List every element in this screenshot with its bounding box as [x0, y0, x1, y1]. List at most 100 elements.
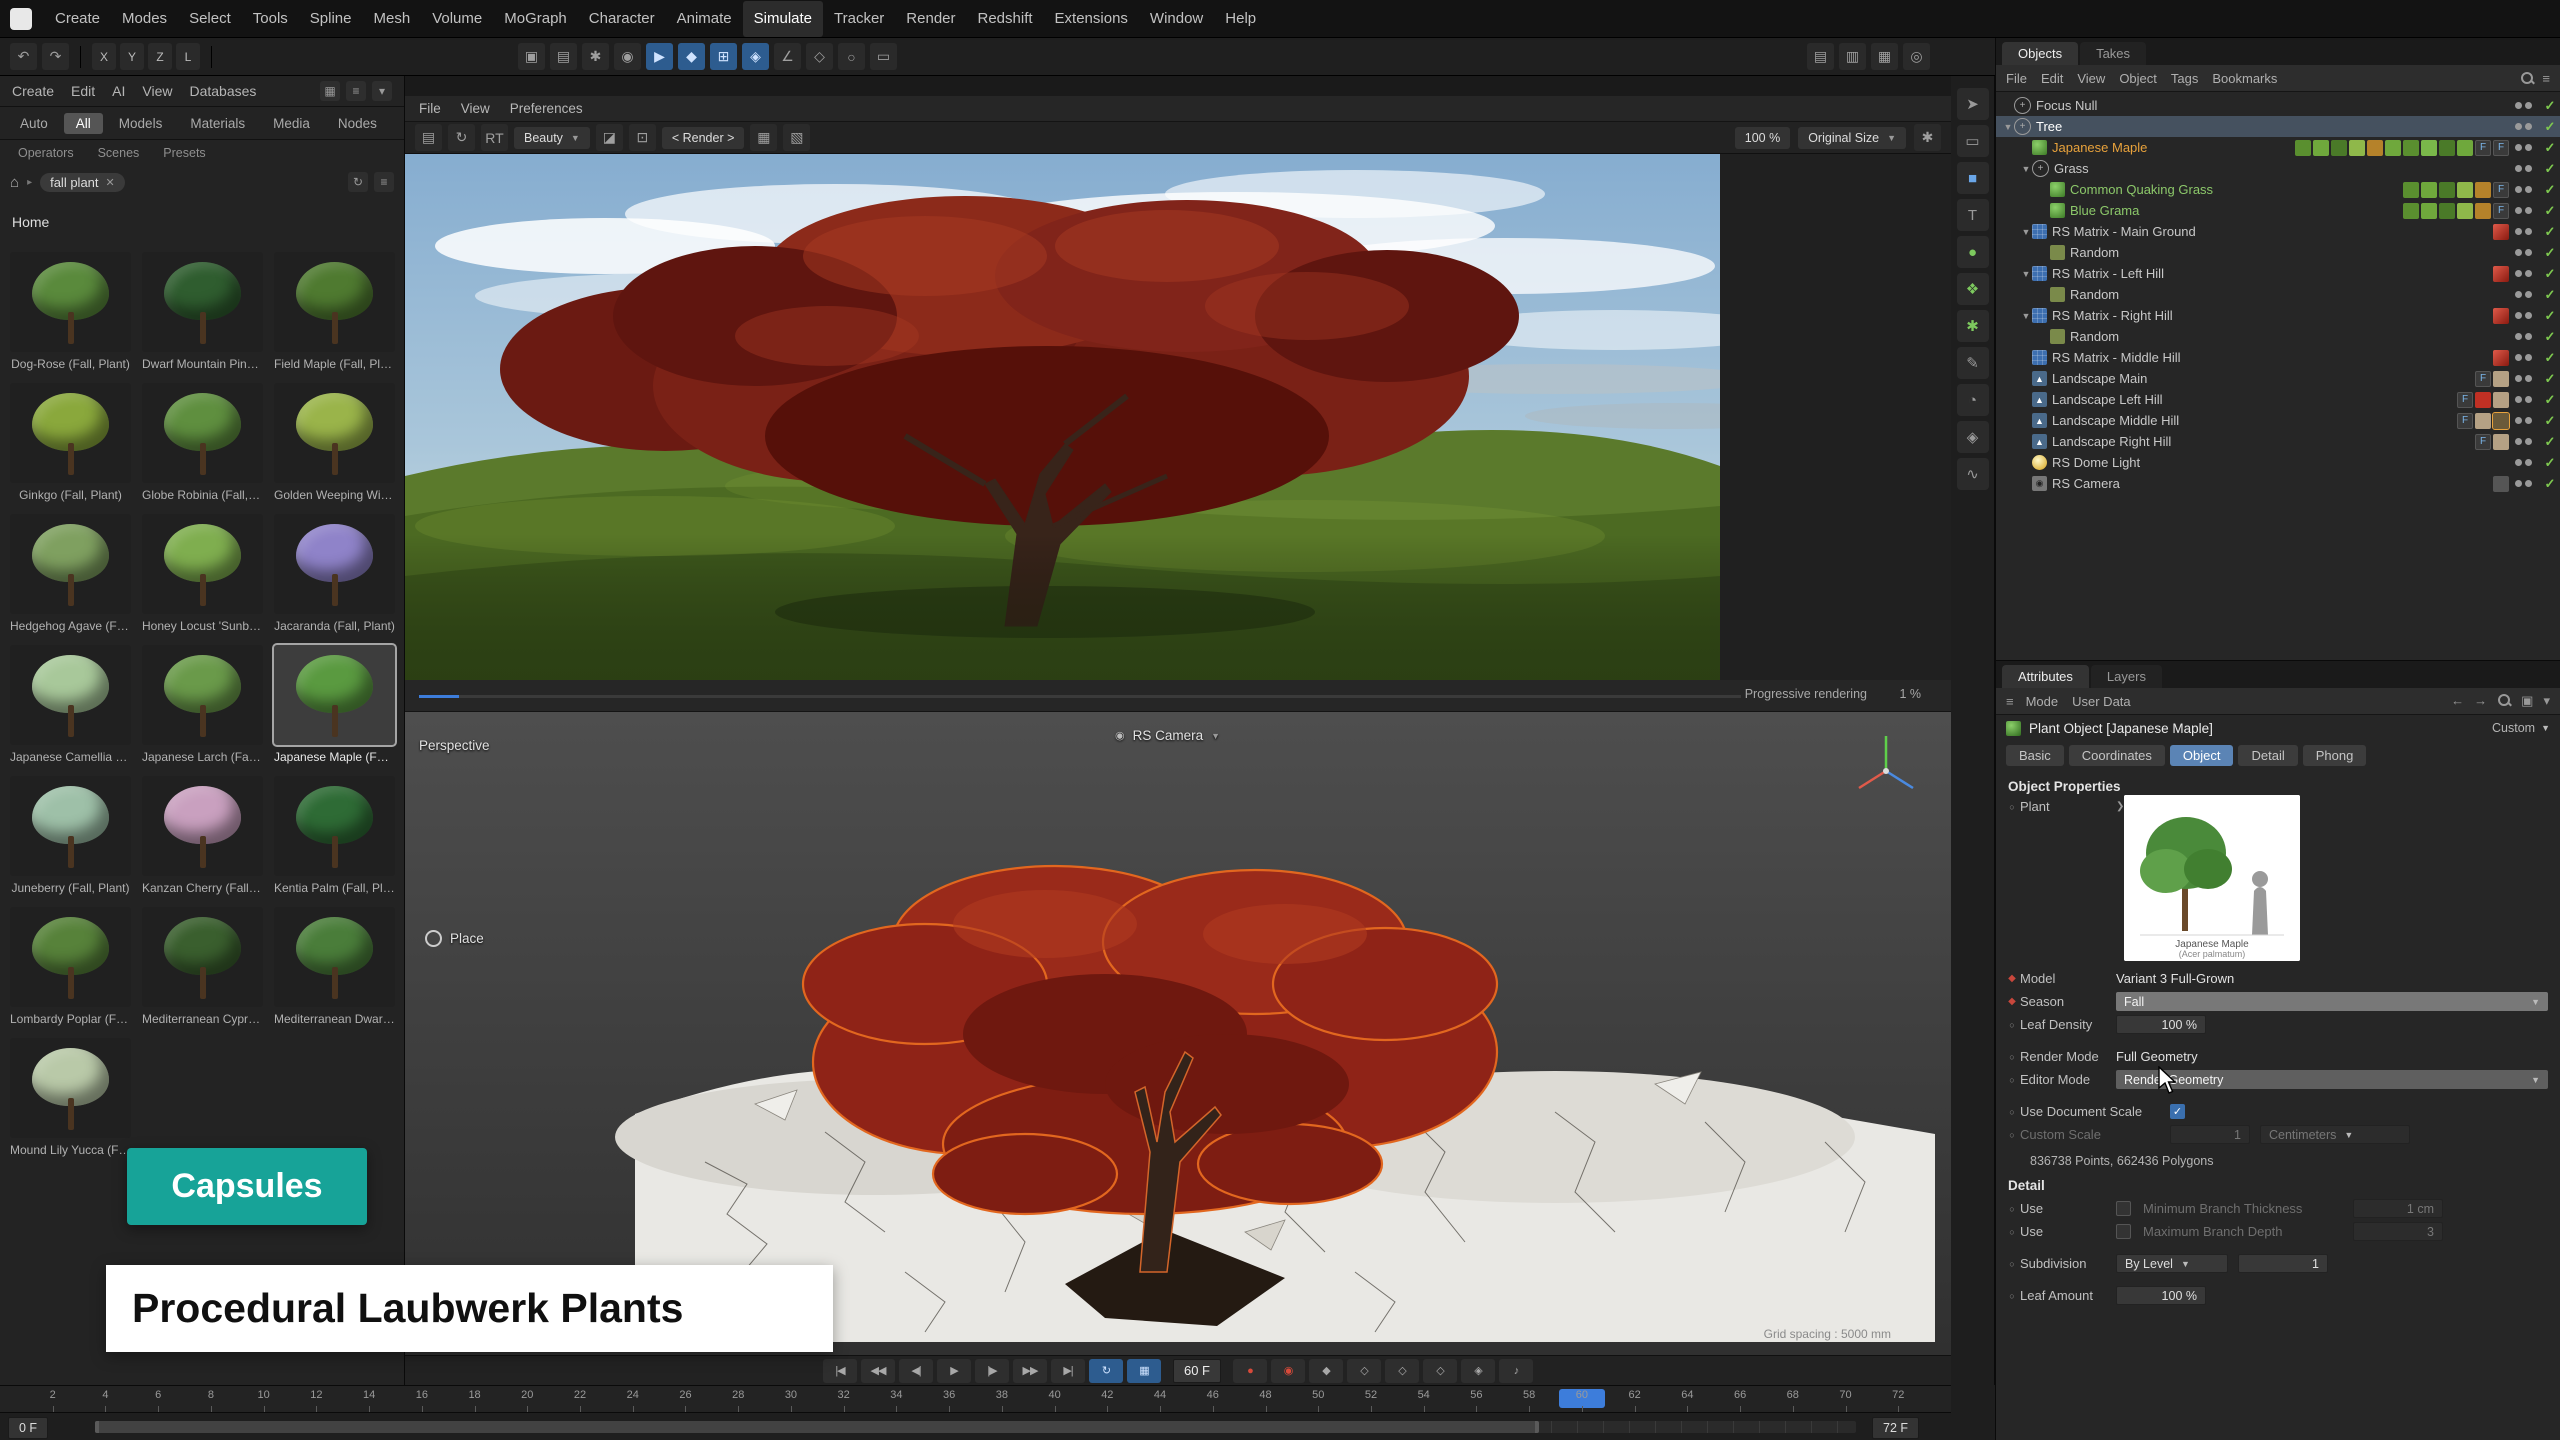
plant-asset-card[interactable]: Mediterranean Dwarf Palm (Fall, Plant) — [272, 907, 397, 1026]
render-visibility-dot[interactable] — [2525, 354, 2532, 361]
play-button[interactable]: ▶ — [937, 1359, 971, 1383]
keyframe-button[interactable]: ◆ — [1309, 1359, 1343, 1383]
plant-asset-card[interactable]: Dog-Rose (Fall, Plant) — [8, 252, 133, 371]
param-dot-icon[interactable]: ○ — [2004, 1075, 2020, 1085]
leaf-texture-chip[interactable] — [2421, 203, 2437, 219]
material-tag-chip[interactable]: F — [2475, 140, 2491, 156]
object-row-landscape-right-hill[interactable]: ▲Landscape Right HillF✓ — [1996, 431, 2560, 452]
plant-asset-card[interactable]: Jacaranda (Fall, Plant) — [272, 514, 397, 633]
render-visibility-dot[interactable] — [2525, 270, 2532, 277]
plant-asset-card[interactable]: Juneberry (Fall, Plant) — [8, 776, 133, 895]
size-dropdown[interactable]: Original Size ▼ — [1798, 127, 1906, 149]
select-tool-icon[interactable]: ➤ — [1957, 88, 1989, 120]
param-dot-icon[interactable]: ○ — [2004, 1227, 2020, 1237]
attr-chip-basic[interactable]: Basic — [2006, 745, 2064, 766]
asset-menu-databases[interactable]: Databases — [189, 83, 256, 99]
editor-visibility-dot[interactable] — [2515, 417, 2522, 424]
render-visibility-dot[interactable] — [2525, 312, 2532, 319]
asset-subtab-scenes[interactable]: Scenes — [88, 144, 150, 162]
workplane-icon[interactable]: ◇ — [806, 43, 833, 70]
asset-tab-media[interactable]: Media — [261, 113, 322, 134]
attr-chip-object[interactable]: Object — [2170, 745, 2234, 766]
render-visibility-dot[interactable] — [2525, 396, 2532, 403]
visibility-dots[interactable] — [2515, 480, 2532, 487]
asset-subtab-presets[interactable]: Presets — [153, 144, 215, 162]
axis-lock-z[interactable]: Z — [148, 43, 172, 70]
back-icon[interactable]: ← — [2451, 693, 2464, 709]
value-field[interactable]: 1 — [2238, 1254, 2328, 1273]
filter-settings-icon[interactable]: ≡ — [374, 172, 394, 192]
redshift-object-tag-chip[interactable] — [2493, 308, 2509, 324]
editor-visibility-dot[interactable] — [2515, 270, 2522, 277]
texture-tag-chip[interactable] — [2475, 413, 2491, 429]
enabled-check-icon[interactable]: ✓ — [2540, 455, 2560, 471]
modeling-axis-icon[interactable]: ○ — [838, 43, 865, 70]
expand-arrow-icon[interactable]: ▼ — [2020, 227, 2032, 237]
attributes-tab-attributes[interactable]: Attributes — [2002, 665, 2089, 688]
texture-tag-chip[interactable] — [2493, 392, 2509, 408]
viewport-camera-label[interactable]: ◉ RS Camera ▼ — [1115, 728, 1220, 743]
render-view-icon[interactable]: ▤ — [550, 43, 577, 70]
visibility-dots[interactable] — [2515, 417, 2532, 424]
parameter-key-icon[interactable]: ◈ — [1461, 1359, 1495, 1383]
render-visibility-dot[interactable] — [2525, 459, 2532, 466]
search-filter-chip[interactable]: fall plant ✕ — [40, 173, 125, 192]
panel-menu-icon[interactable]: ▾ — [2543, 693, 2550, 709]
rotation-key-icon[interactable]: ◇ — [1423, 1359, 1457, 1383]
render-visibility-dot[interactable] — [2525, 438, 2532, 445]
visibility-dots[interactable] — [2515, 291, 2532, 298]
quantize-icon[interactable]: ∠ — [774, 43, 801, 70]
enabled-check-icon[interactable]: ✓ — [2540, 434, 2560, 450]
object-row-rs-camera[interactable]: ◉RS Camera✓ — [1996, 473, 2560, 494]
editor-visibility-dot[interactable] — [2515, 207, 2522, 214]
menu-spline[interactable]: Spline — [299, 1, 363, 37]
asset-tab-materials[interactable]: Materials — [178, 113, 257, 134]
menu-simulate[interactable]: Simulate — [743, 1, 823, 37]
object-row-landscape-left-hill[interactable]: ▲Landscape Left HillF✓ — [1996, 389, 2560, 410]
attr-menu-user-data[interactable]: User Data — [2072, 694, 2131, 709]
menu-modes[interactable]: Modes — [111, 1, 178, 37]
asset-tab-nodes[interactable]: Nodes — [326, 113, 389, 134]
online-help-icon[interactable]: ◎ — [1903, 43, 1930, 70]
object-menu-tags[interactable]: Tags — [2171, 71, 2198, 86]
expand-arrow-icon[interactable]: ▼ — [2020, 164, 2032, 174]
ab-compare-icon[interactable]: ◪ — [596, 124, 623, 151]
axis-lock-x[interactable]: X — [92, 43, 116, 70]
redshift-object-tag-chip[interactable] — [2493, 224, 2509, 240]
material-tag-chip[interactable]: F — [2475, 434, 2491, 450]
end-frame-field[interactable]: 72 F — [1872, 1417, 1919, 1439]
editor-visibility-dot[interactable] — [2515, 291, 2522, 298]
asset-tab-models[interactable]: Models — [107, 113, 175, 134]
leaf-texture-chip[interactable] — [2403, 203, 2419, 219]
plant-preview-thumbnail[interactable]: Japanese Maple (Acer palmatum) — [2124, 795, 2300, 961]
menu-mograph[interactable]: MoGraph — [493, 1, 578, 37]
enabled-check-icon[interactable]: ✓ — [2540, 413, 2560, 429]
simulate-cache-icon[interactable]: ◆ — [678, 43, 705, 70]
plant-asset-card[interactable]: Kanzan Cherry (Fall, Plant) — [140, 776, 265, 895]
enabled-check-icon[interactable]: ✓ — [2540, 371, 2560, 387]
enabled-check-icon[interactable]: ✓ — [2540, 140, 2560, 156]
render-view-menu-view[interactable]: View — [461, 101, 490, 116]
menu-volume[interactable]: Volume — [421, 1, 493, 37]
objects-tab-objects[interactable]: Objects — [2002, 42, 2078, 65]
enabled-check-icon[interactable]: ✓ — [2540, 224, 2560, 240]
enabled-check-icon[interactable]: ✓ — [2540, 161, 2560, 177]
object-menu-object[interactable]: Object — [2119, 71, 2157, 86]
object-menu-view[interactable]: View — [2077, 71, 2105, 86]
menu-tools[interactable]: Tools — [242, 1, 299, 37]
object-row-focus-null[interactable]: +Focus Null✓ — [1996, 95, 2560, 116]
render-pass-dropdown[interactable]: Beauty ▼ — [514, 127, 590, 149]
material-tag-chip[interactable]: F — [2457, 392, 2473, 408]
sound-button[interactable]: ♪ — [1499, 1359, 1533, 1383]
autokey-button[interactable]: ◉ — [1271, 1359, 1305, 1383]
rt-toggle-button[interactable]: RT — [481, 124, 508, 151]
render-queue-icon[interactable]: ▦ — [1871, 43, 1898, 70]
leaf-texture-chip[interactable] — [2457, 140, 2473, 156]
visibility-dots[interactable] — [2515, 375, 2532, 382]
enabled-check-icon[interactable]: ✓ — [2540, 392, 2560, 408]
editor-visibility-dot[interactable] — [2515, 228, 2522, 235]
editor-visibility-dot[interactable] — [2515, 480, 2522, 487]
viewport-view-label[interactable]: Perspective — [419, 738, 490, 753]
object-row-rs-matrix-main-ground[interactable]: ▼RS Matrix - Main Ground✓ — [1996, 221, 2560, 242]
param-dot-icon[interactable]: ○ — [2004, 1291, 2020, 1301]
